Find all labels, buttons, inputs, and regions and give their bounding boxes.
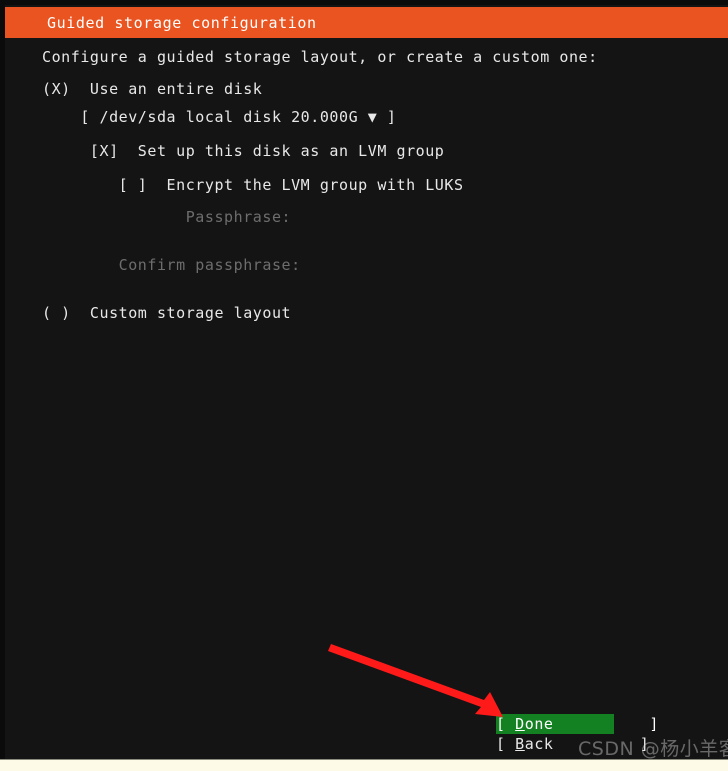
done-button-suffix: ]	[553, 715, 659, 733]
done-button-accel: D	[515, 715, 525, 733]
back-button-accel: B	[515, 735, 525, 753]
back-button-label: ack	[524, 735, 554, 753]
page-title: Guided storage configuration	[47, 14, 317, 32]
done-button[interactable]: [ Done ]	[496, 714, 658, 734]
luks-encrypt-checkbox[interactable]: [ ] Encrypt the LVM group with LUKS	[42, 176, 464, 195]
back-button-prefix: [	[496, 735, 516, 753]
lvm-group-checkbox[interactable]: [X] Set up this disk as an LVM group	[42, 142, 444, 161]
header-bar: Guided storage configuration	[5, 7, 728, 38]
window-frame-left	[0, 0, 5, 760]
confirm-passphrase-field-label: Confirm passphrase:	[42, 256, 301, 274]
window-frame-top	[0, 0, 728, 5]
watermark: CSDN @杨小羊客	[578, 738, 728, 760]
passphrase-field-label: Passphrase:	[42, 208, 292, 226]
done-button-prefix: [	[496, 715, 516, 733]
annotation-arrow-icon	[328, 644, 503, 717]
intro-text: Configure a guided storage layout, or cr…	[42, 48, 598, 66]
disk-selector[interactable]: [ /dev/sda local disk 20.000G ▼ ]	[42, 108, 397, 127]
installer-screen: Guided storage configuration Configure a…	[0, 0, 728, 771]
custom-storage-layout-radio[interactable]: ( ) Custom storage layout	[42, 304, 291, 323]
bottom-strip	[0, 760, 728, 771]
done-button-label: one	[524, 715, 554, 733]
use-entire-disk-radio[interactable]: (X) Use an entire disk	[42, 80, 262, 99]
